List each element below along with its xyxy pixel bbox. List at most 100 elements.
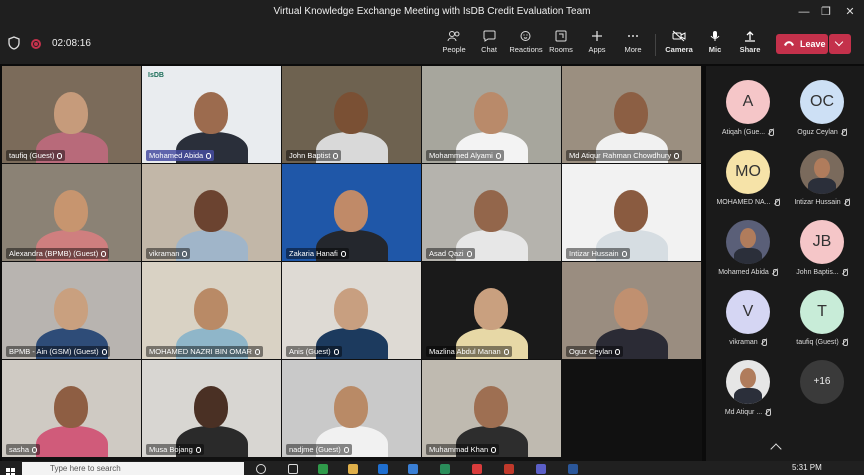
roster-item[interactable]: Vvikraman (710, 290, 786, 346)
share-button[interactable]: Share (737, 30, 763, 62)
video-tile[interactable]: Anis (Guest) (282, 262, 421, 359)
avatar-photo-body (808, 178, 836, 194)
participant-name-label: Anis (Guest) (286, 346, 342, 357)
word-icon[interactable] (568, 464, 578, 474)
shield-icon[interactable] (8, 36, 20, 50)
avatar: T (800, 290, 844, 334)
outlook-icon[interactable] (378, 464, 388, 474)
participant-roster: A Atiqah (Gue... OC Oguz Ceylan MO MOHAMED NA… (706, 66, 864, 461)
reactions-button[interactable]: Reactions (509, 30, 543, 62)
participant-head (614, 92, 648, 134)
mic-off-icon (841, 339, 848, 346)
leave-button[interactable]: Leave (776, 34, 828, 54)
mail-icon[interactable] (408, 464, 418, 474)
mic-off-icon (841, 269, 848, 276)
video-tile[interactable]: nadjme (Guest) (282, 360, 421, 457)
video-tile[interactable]: Md Atiqur Rahman Chowdhury (562, 66, 701, 163)
roster-item[interactable]: MO MOHAMED NA... (710, 150, 786, 206)
people-button[interactable]: People (440, 30, 468, 62)
windows-start-icon[interactable] (6, 464, 15, 475)
mic-icon (195, 447, 201, 453)
roster-item[interactable]: OC Oguz Ceylan (784, 80, 860, 136)
roster-more-count: +16 (800, 360, 844, 404)
avatar-photo (814, 158, 830, 178)
avatar-photo (740, 228, 756, 248)
mic-icon (101, 349, 107, 355)
reactions-icon (520, 31, 530, 41)
video-tile[interactable]: vikraman (142, 164, 281, 261)
mic-button[interactable]: Mic (703, 30, 727, 62)
video-tile[interactable]: Mazlina Abdul Manan (422, 262, 561, 359)
roster-item[interactable]: JB John Baptis... (784, 220, 860, 276)
title-bar: Virtual Knowledge Exchange Meeting with … (0, 0, 864, 24)
roster-item[interactable]: Md Atiqur ... (710, 360, 786, 416)
video-tile[interactable]: taufiq (Guest) (2, 66, 141, 163)
roster-item[interactable]: A Atiqah (Gue... (710, 80, 786, 136)
chat-icon (483, 30, 495, 42)
apps-icon (592, 31, 602, 41)
avatar: OC (800, 80, 844, 124)
participant-name-label: sasha (6, 444, 41, 455)
participant-head (334, 386, 368, 428)
participant-name-label: Muhammad Khan (426, 444, 500, 455)
video-tile[interactable]: BPMB - Ain (GSM) (Guest) (2, 262, 141, 359)
restore-icon[interactable]: ❐ (818, 4, 834, 20)
meeting-toolbar: 02:08:16 People Chat Reactions Rooms App… (0, 24, 864, 64)
mic-icon (491, 447, 497, 453)
phone-hangup-icon (784, 41, 794, 46)
file-explorer-icon[interactable] (348, 464, 358, 474)
video-tile[interactable]: Oguz Ceylan (562, 262, 701, 359)
isdb-logo: IsDB (148, 72, 164, 79)
rooms-button[interactable]: Rooms (548, 30, 574, 62)
roster-more-button[interactable]: +16 (784, 360, 860, 404)
participant-head (474, 288, 508, 330)
taskbar-search-input[interactable]: Type here to search (22, 462, 244, 475)
avatar (726, 220, 770, 264)
video-tile[interactable]: Muhammad Khan (422, 360, 561, 457)
participant-head (614, 288, 648, 330)
participant-name-label: Mazlina Abdul Manan (426, 346, 512, 357)
chat-button[interactable]: Chat (476, 30, 502, 62)
cortana-icon[interactable] (256, 464, 266, 474)
video-tile[interactable]: Zakaria Hanafi (282, 164, 421, 261)
video-tile[interactable]: sasha (2, 360, 141, 457)
chrome-icon[interactable] (472, 464, 482, 474)
participant-head (334, 92, 368, 134)
avatar-photo (740, 368, 756, 388)
teams-icon[interactable] (536, 464, 546, 474)
meeting-timer: 02:08:16 (52, 38, 91, 49)
participant-head (474, 190, 508, 232)
roster-item[interactable]: Ttaufiq (Guest) (784, 290, 860, 346)
video-tile[interactable]: MOHAMED NAZRI BIN OMAR (142, 262, 281, 359)
excel-icon[interactable] (440, 464, 450, 474)
close-icon[interactable]: ✕ (842, 4, 858, 20)
rooms-icon (555, 30, 567, 42)
roster-name: taufiq (Guest) (784, 339, 860, 346)
mic-off-icon (840, 129, 847, 136)
edge-icon[interactable] (318, 464, 328, 474)
video-tile[interactable]: Alexandra (BPMB) (Guest) (2, 164, 141, 261)
app-icon[interactable] (504, 464, 514, 474)
participant-name-label: Musa Bojang (146, 444, 204, 455)
more-button[interactable]: More (620, 30, 646, 62)
leave-dropdown-button[interactable] (829, 34, 851, 54)
roster-item[interactable]: Intizar Hussain (784, 150, 860, 206)
participant-head (54, 190, 88, 232)
roster-name: Oguz Ceylan (784, 129, 860, 136)
video-tile[interactable]: IsDB Mohamed Abida (142, 66, 281, 163)
apps-button[interactable]: Apps (584, 30, 610, 62)
video-tile[interactable]: Asad Qazi (422, 164, 561, 261)
participant-head (194, 190, 228, 232)
video-tile[interactable]: Musa Bojang (142, 360, 281, 457)
roster-item[interactable]: Mohamed Abida (710, 220, 786, 276)
camera-button[interactable]: Camera (665, 30, 693, 62)
mic-icon (674, 153, 680, 159)
task-view-icon[interactable] (288, 464, 298, 474)
roster-name: Intizar Hussain (784, 199, 860, 206)
participant-name-label: Mohamed Abida (146, 150, 215, 161)
mic-icon (615, 349, 621, 355)
video-tile[interactable]: Intizar Hussain (562, 164, 701, 261)
video-tile[interactable]: Mohammed Alyami (422, 66, 561, 163)
video-tile[interactable]: John Baptist (282, 66, 421, 163)
minimize-icon[interactable]: — (796, 4, 812, 20)
